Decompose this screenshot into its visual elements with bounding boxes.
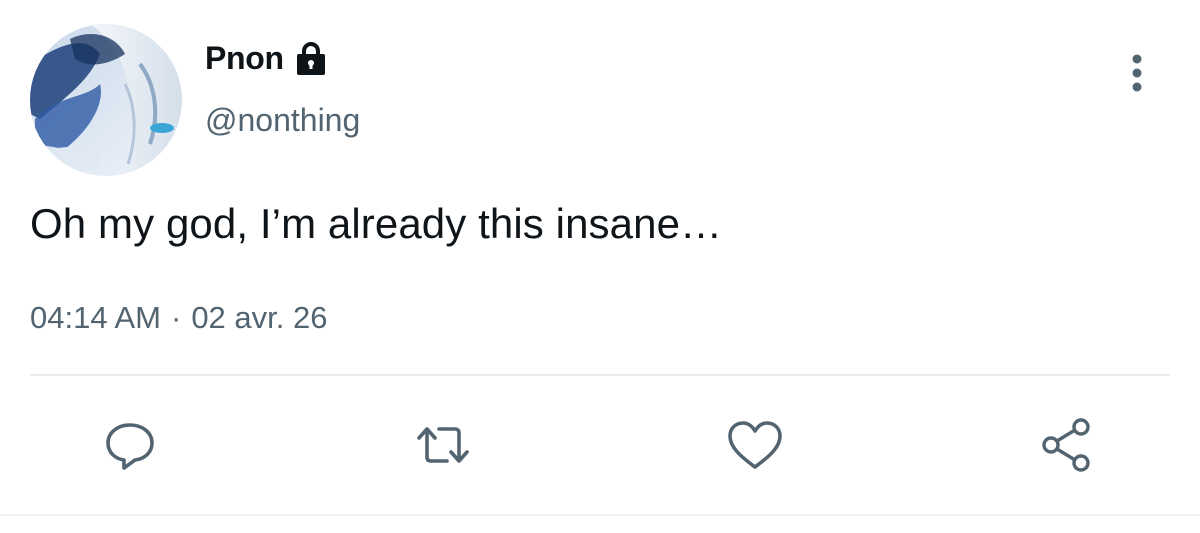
tweet-text: Oh my god, I’m already this insane… — [30, 200, 723, 247]
bottom-divider — [0, 514, 1200, 516]
share-button[interactable] — [1038, 415, 1098, 475]
avatar[interactable] — [30, 24, 182, 176]
user-handle[interactable]: @nonthing — [205, 102, 360, 139]
divider — [30, 374, 1170, 376]
heart-icon — [728, 421, 782, 469]
tweet-meta: 04:14 AM · 02 avr. 26 — [30, 300, 327, 336]
reply-icon — [106, 423, 154, 470]
more-options-button[interactable] — [1118, 50, 1156, 96]
avatar-image — [30, 24, 182, 176]
reply-button[interactable] — [100, 415, 160, 475]
display-name-row: Pnon — [205, 40, 328, 77]
lock-icon — [294, 41, 328, 77]
tweet-time[interactable]: 04:14 AM — [30, 300, 161, 336]
like-button[interactable] — [725, 415, 785, 475]
meta-separator: · — [170, 300, 182, 335]
tweet-card: Pnon @nonthing Oh my god, I’m already th… — [0, 0, 1200, 533]
share-icon — [1042, 418, 1090, 472]
display-name[interactable]: Pnon — [205, 40, 284, 77]
retweet-button[interactable] — [413, 415, 473, 475]
more-vertical-icon — [1132, 54, 1142, 92]
retweet-icon — [417, 427, 469, 463]
tweet-date[interactable]: 02 avr. 26 — [191, 300, 327, 336]
